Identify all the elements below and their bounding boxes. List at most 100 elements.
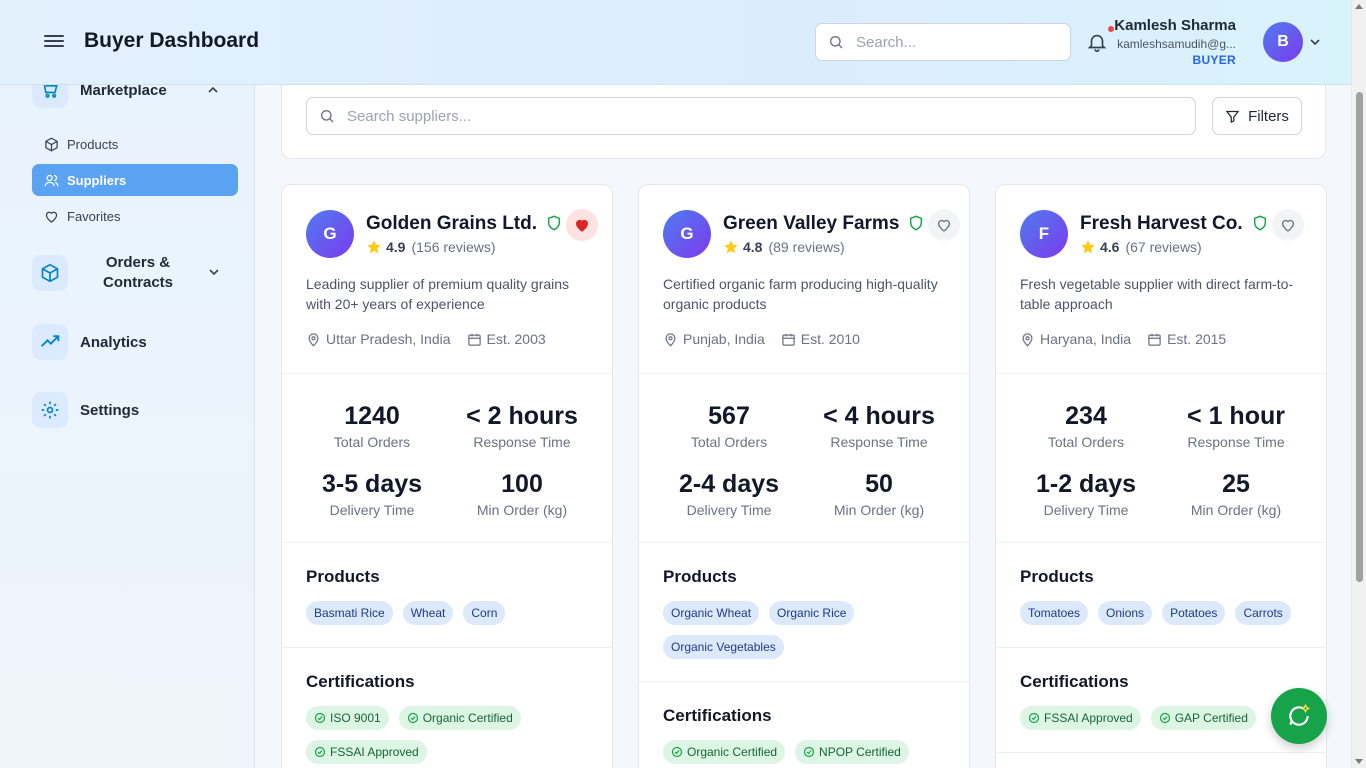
package-icon — [32, 255, 68, 291]
certification-badge: Organic Certified — [398, 706, 521, 730]
stat-value: 50 — [865, 470, 893, 498]
product-tags: Tomatoes Onions Potatoes Carrots — [1020, 601, 1310, 625]
certification-badge: GAP Certified — [1150, 706, 1256, 730]
supplier-name[interactable]: Fresh Harvest Co. — [1080, 213, 1243, 235]
star-icon — [367, 240, 381, 254]
product-tag[interactable]: Onions — [1098, 601, 1153, 625]
supplier-search-input[interactable] — [347, 107, 1167, 125]
favorite-button[interactable] — [566, 209, 599, 241]
box-icon — [45, 137, 58, 151]
verified-shield-icon — [1253, 215, 1266, 231]
scroll-thumb[interactable] — [1356, 92, 1363, 582]
supplier-card[interactable]: G Green Valley Farms 4.8 (89 reviews) Certif… — [638, 184, 970, 768]
favorite-button[interactable] — [928, 209, 961, 241]
stat-value: < 4 hours — [823, 402, 935, 430]
certification-label: GAP Certified — [1174, 711, 1248, 725]
certification-badge: NPOP Certified — [795, 740, 909, 764]
supplier-name[interactable]: Green Valley Farms — [723, 213, 899, 235]
supplier-location: Uttar Pradesh, India — [326, 331, 451, 347]
header-search-input[interactable] — [856, 33, 1046, 51]
certification-badge: ISO 9001 — [306, 706, 389, 730]
supplier-name[interactable]: Golden Grains Ltd. — [366, 213, 537, 235]
scroll-down-arrow[interactable] — [1355, 759, 1363, 764]
map-pin-icon — [308, 332, 319, 347]
check-circle-icon — [671, 746, 683, 758]
scroll-up-arrow[interactable] — [1355, 4, 1363, 9]
supplier-card[interactable]: G Golden Grains Ltd. 4.9 (156 reviews) Leadi… — [281, 184, 613, 768]
product-tag[interactable]: Organic Wheat — [663, 601, 760, 625]
product-tag[interactable]: Carrots — [1235, 601, 1291, 625]
chat-button[interactable] — [1271, 688, 1327, 744]
supplier-search-box[interactable] — [306, 97, 1196, 135]
supplier-location: Punjab, India — [683, 331, 765, 347]
certification-label: Organic Certified — [687, 745, 778, 759]
filters-label: Filters — [1248, 107, 1289, 125]
hamburger-menu-icon[interactable] — [44, 32, 64, 52]
chevron-down-icon[interactable] — [208, 266, 220, 278]
stat-block: 3-5 days Delivery Time — [297, 470, 447, 518]
user-email: kamleshsamudih@g... — [1117, 37, 1236, 51]
sidebar-item-favorites[interactable]: Favorites — [32, 200, 238, 232]
page-scrollbar[interactable] — [1351, 0, 1366, 768]
sidebar-item-suppliers[interactable]: Suppliers — [32, 164, 238, 196]
products-section: Products Tomatoes Onions Potatoes Carrots — [996, 543, 1326, 648]
notification-bell-icon[interactable] — [1086, 31, 1108, 53]
supplier-description: Certified organic farm producing high-qu… — [663, 276, 938, 312]
certification-label: NPOP Certified — [819, 745, 901, 759]
product-tags: Organic Wheat Organic Rice Organic Vegetab… — [663, 601, 953, 659]
search-icon — [321, 110, 334, 123]
header-search-box[interactable] — [815, 23, 1071, 61]
product-tag[interactable]: Potatoes — [1162, 601, 1226, 625]
search-icon — [830, 36, 843, 49]
user-role: BUYER — [1192, 53, 1236, 67]
stat-block: 567 Total Orders — [654, 402, 804, 450]
sidebar-label-analytics: Analytics — [80, 333, 147, 351]
stat-label: Response Time — [1187, 434, 1285, 450]
star-icon — [724, 240, 738, 254]
map-pin-icon — [665, 332, 676, 347]
chevron-down-icon[interactable] — [1309, 36, 1321, 48]
stat-value: 1240 — [344, 402, 400, 430]
product-tag[interactable]: Basmati Rice — [306, 601, 393, 625]
page-title: Buyer Dashboard — [84, 29, 260, 52]
stat-block: < 1 hour Response Time — [1161, 402, 1311, 450]
stat-label: Delivery Time — [1043, 502, 1129, 518]
product-tag[interactable]: Organic Rice — [769, 601, 855, 625]
check-circle-icon — [1028, 712, 1040, 724]
product-tag[interactable]: Organic Vegetables — [663, 635, 784, 659]
sidebar-item-products[interactable]: Products — [32, 128, 238, 160]
sidebar-item-settings[interactable]: Settings — [32, 392, 139, 428]
filters-button[interactable]: Filters — [1212, 97, 1302, 135]
heart-icon — [576, 219, 589, 232]
verified-shield-icon — [910, 215, 923, 231]
rating-score: 4.6 — [1100, 239, 1120, 255]
stat-block: 50 Min Order (kg) — [804, 470, 954, 518]
heart-icon — [45, 211, 58, 223]
user-avatar[interactable]: B — [1263, 22, 1303, 62]
supplier-card[interactable]: F Fresh Harvest Co. 4.6 (67 reviews) Fresh v… — [995, 184, 1327, 768]
favorite-button[interactable] — [1271, 209, 1304, 241]
supplier-established: Est. 2010 — [800, 331, 860, 347]
rating-score: 4.8 — [743, 239, 763, 255]
certification-label: FSSAI Approved — [330, 745, 419, 759]
sidebar-label-orders-line1: Orders & — [105, 254, 171, 271]
sidebar-item-analytics[interactable]: Analytics — [32, 324, 147, 360]
calendar-icon — [467, 333, 481, 346]
chat-icon — [1289, 703, 1311, 726]
product-tag[interactable]: Wheat — [402, 601, 454, 625]
rating-score: 4.9 — [386, 239, 406, 255]
stat-value: 234 — [1065, 402, 1107, 430]
stat-label: Delivery Time — [686, 502, 772, 518]
stat-label: Min Order (kg) — [1190, 502, 1282, 518]
chevron-up-icon[interactable] — [207, 84, 219, 96]
stat-label: Total Orders — [690, 434, 768, 450]
check-circle-icon — [1159, 712, 1170, 724]
supplier-established: Est. 2015 — [1167, 331, 1227, 347]
product-tag[interactable]: Tomatoes — [1020, 601, 1089, 625]
product-tag[interactable]: Corn — [463, 601, 506, 625]
stat-block: < 2 hours Response Time — [447, 402, 597, 450]
calendar-icon — [1148, 333, 1161, 346]
sidebar-item-orders-contracts[interactable]: Orders & Contracts — [32, 253, 196, 293]
sidebar-label-settings: Settings — [80, 401, 140, 419]
supplier-meta: Uttar Pradesh, India Est. 2003 — [306, 331, 546, 347]
